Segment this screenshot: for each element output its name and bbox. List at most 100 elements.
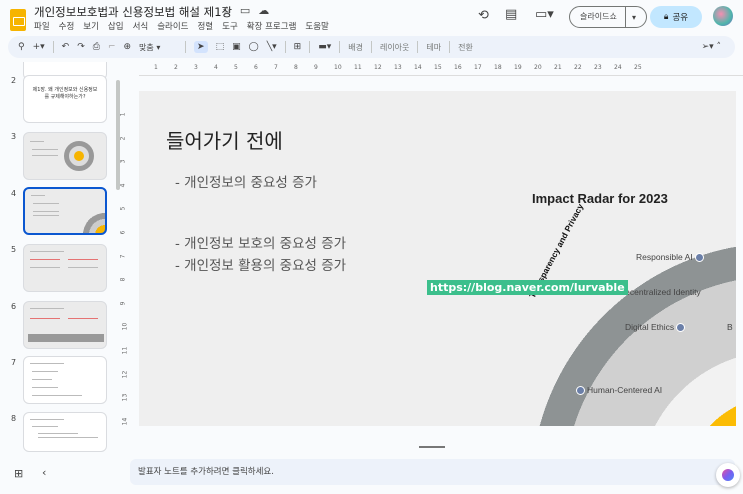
menu-view[interactable]: 보기 xyxy=(83,20,99,32)
background-button[interactable]: 배경 xyxy=(348,42,363,53)
print-icon[interactable]: ⎙ xyxy=(93,42,100,52)
menu-edit[interactable]: 수정 xyxy=(59,20,75,32)
text-box-icon[interactable]: ⬚ xyxy=(216,42,225,52)
ruler-number: 21 xyxy=(554,64,562,71)
paint-format-icon[interactable]: ⌐ xyxy=(108,42,116,52)
slide-number: 2 xyxy=(11,76,17,85)
meet-icon[interactable]: ▭▾ xyxy=(535,7,554,22)
menu-tools[interactable]: 도구 xyxy=(222,20,238,32)
border-color-icon[interactable]: ▬▾ xyxy=(318,42,331,52)
slideshow-button[interactable]: 슬라이드쇼 ▾ xyxy=(569,6,647,28)
theme-button[interactable]: 테마 xyxy=(426,42,441,53)
radar-item: B xyxy=(727,322,733,332)
grid-view-icon[interactable]: ⊞ xyxy=(14,467,23,480)
ruler-number: 24 xyxy=(614,64,622,71)
radar-dot xyxy=(576,385,585,395)
ruler-number: 2 xyxy=(174,64,178,71)
ruler-number: 19 xyxy=(514,64,522,71)
slide-number: 6 xyxy=(11,302,17,311)
ruler-number: 23 xyxy=(594,64,602,71)
ruler-number: 3 xyxy=(119,159,127,164)
ruler-number: 9 xyxy=(119,301,127,306)
document-title[interactable]: 개인정보보호법과 신용정보법 해설 제1장 xyxy=(34,4,232,20)
ruler-number: 5 xyxy=(119,206,127,211)
new-slide-icon[interactable]: +▾ xyxy=(33,42,45,52)
shape-icon[interactable]: ◯ xyxy=(249,42,259,52)
undo-icon[interactable]: ↶ xyxy=(62,42,70,52)
ruler-number: 10 xyxy=(121,323,129,331)
ruler-number: 7 xyxy=(274,64,278,71)
radar-item: Responsible AI xyxy=(636,252,693,262)
slideshow-label: 슬라이드쇼 xyxy=(570,7,626,27)
transition-button[interactable]: 전환 xyxy=(458,42,473,53)
menu-insert[interactable]: 삽입 xyxy=(108,20,124,32)
ruler-number: 11 xyxy=(354,64,362,71)
comments-icon[interactable]: ▤ xyxy=(505,7,517,22)
slide-thumbnail[interactable] xyxy=(23,301,107,349)
ruler-number: 12 xyxy=(121,370,129,378)
chevron-down-icon[interactable]: ▾ xyxy=(626,13,636,22)
radar-dot xyxy=(676,322,686,332)
comment-add-icon[interactable]: ⊞ xyxy=(294,42,302,52)
menu-extensions[interactable]: 확장 프로그램 xyxy=(247,20,297,32)
layout-button[interactable]: 레이아웃 xyxy=(380,42,409,53)
speaker-notes[interactable]: 발표자 노트를 추가하려면 클릭하세요. xyxy=(130,459,735,485)
history-icon[interactable]: ⟲ xyxy=(478,8,489,23)
select-cursor-icon[interactable]: ➤ xyxy=(194,41,208,53)
ruler-number: 6 xyxy=(254,64,258,71)
slide-thumbnail[interactable]: 제1장. 왜 개인정보와 신용정보를 규제해야하는가? xyxy=(23,75,107,123)
ruler-number: 2 xyxy=(119,136,127,141)
menu-file[interactable]: 파일 xyxy=(34,20,50,32)
cloud-icon[interactable]: ☁ xyxy=(258,4,269,17)
ruler-number: 6 xyxy=(119,230,127,235)
search-icon[interactable]: ⚲ xyxy=(18,42,25,52)
zoom-select[interactable]: 맞춤 ▾ xyxy=(139,42,177,53)
notes-resize-handle[interactable] xyxy=(419,446,445,448)
bullet-item[interactable]: - 개인정보의 중요성 증가 xyxy=(175,171,317,191)
toolbar: ⚲ +▾ ↶ ↷ ⎙ ⌐ ⊕ 맞춤 ▾ ➤ ⬚ ▣ ◯ ╲▾ ⊞ ▬▾ 배경 레… xyxy=(8,36,735,58)
slide-thumbnail[interactable] xyxy=(23,356,107,404)
horizontal-ruler[interactable]: 1 2 3 4 5 6 7 8 9 10 11 12 13 14 15 16 17 18 19 20 21 22 23 24 2… xyxy=(139,62,743,76)
bullet-item[interactable]: - 개인정보 보호의 중요성 증가 xyxy=(175,232,346,252)
slide-thumbnail[interactable] xyxy=(23,244,107,292)
star-icon[interactable]: ☆ xyxy=(222,4,232,17)
slide-number: 3 xyxy=(11,132,17,141)
folder-icon[interactable]: ▭ xyxy=(240,4,250,17)
menu-slide[interactable]: 슬라이드 xyxy=(157,20,188,32)
slide-canvas[interactable]: 들어가기 전에 - 개인정보의 중요성 증가 - 개인정보 보호의 중요성 증가… xyxy=(139,91,736,426)
zoom-icon[interactable]: ⊕ xyxy=(124,42,132,52)
pointer-mode-icon[interactable]: ➢▾ ˄ xyxy=(702,42,721,52)
gemini-button[interactable] xyxy=(716,463,740,487)
ruler-number: 8 xyxy=(294,64,298,71)
image-icon[interactable]: ▣ xyxy=(232,42,241,52)
watermark-url: https://blog.naver.com/lurvable xyxy=(427,280,628,295)
share-button[interactable]: 🔒︎ 공유 xyxy=(650,6,702,28)
ruler-number: 5 xyxy=(234,64,238,71)
collapse-panel-icon[interactable]: ‹ xyxy=(42,466,46,479)
gemini-icon xyxy=(722,469,734,481)
slide-thumbnail[interactable] xyxy=(23,132,107,180)
slide-thumbnail-active[interactable] xyxy=(23,187,107,235)
ruler-number: 25 xyxy=(634,64,642,71)
line-icon[interactable]: ╲▾ xyxy=(267,42,277,52)
radar-item: Human-Centered AI xyxy=(587,385,663,395)
ruler-number: 1 xyxy=(119,112,127,117)
radar-dot xyxy=(694,252,704,262)
radar-item: Decentralized Identity xyxy=(619,287,701,297)
thumbnail-text: 제1장. 왜 개인정보와 신용정보를 규제해야하는가? xyxy=(32,87,98,100)
slides-logo[interactable] xyxy=(10,9,26,31)
ruler-number: 4 xyxy=(119,183,127,188)
ruler-number: 17 xyxy=(474,64,482,71)
zoom-label: 맞춤 xyxy=(139,42,154,52)
slide-thumbnail[interactable] xyxy=(23,412,107,452)
redo-icon[interactable]: ↷ xyxy=(77,42,85,52)
slide-number: 5 xyxy=(11,245,17,254)
bullet-item[interactable]: - 개인정보 활용의 중요성 증가 xyxy=(175,254,346,274)
slide-title[interactable]: 들어가기 전에 xyxy=(166,125,283,154)
ruler-number: 10 xyxy=(334,64,342,71)
menu-arrange[interactable]: 정렬 xyxy=(197,20,213,32)
avatar[interactable] xyxy=(713,6,733,26)
vertical-ruler[interactable]: 1 2 3 4 5 6 7 8 9 10 11 12 13 14 xyxy=(119,91,133,427)
menu-help[interactable]: 도움말 xyxy=(305,20,328,32)
menu-format[interactable]: 서식 xyxy=(133,20,149,32)
